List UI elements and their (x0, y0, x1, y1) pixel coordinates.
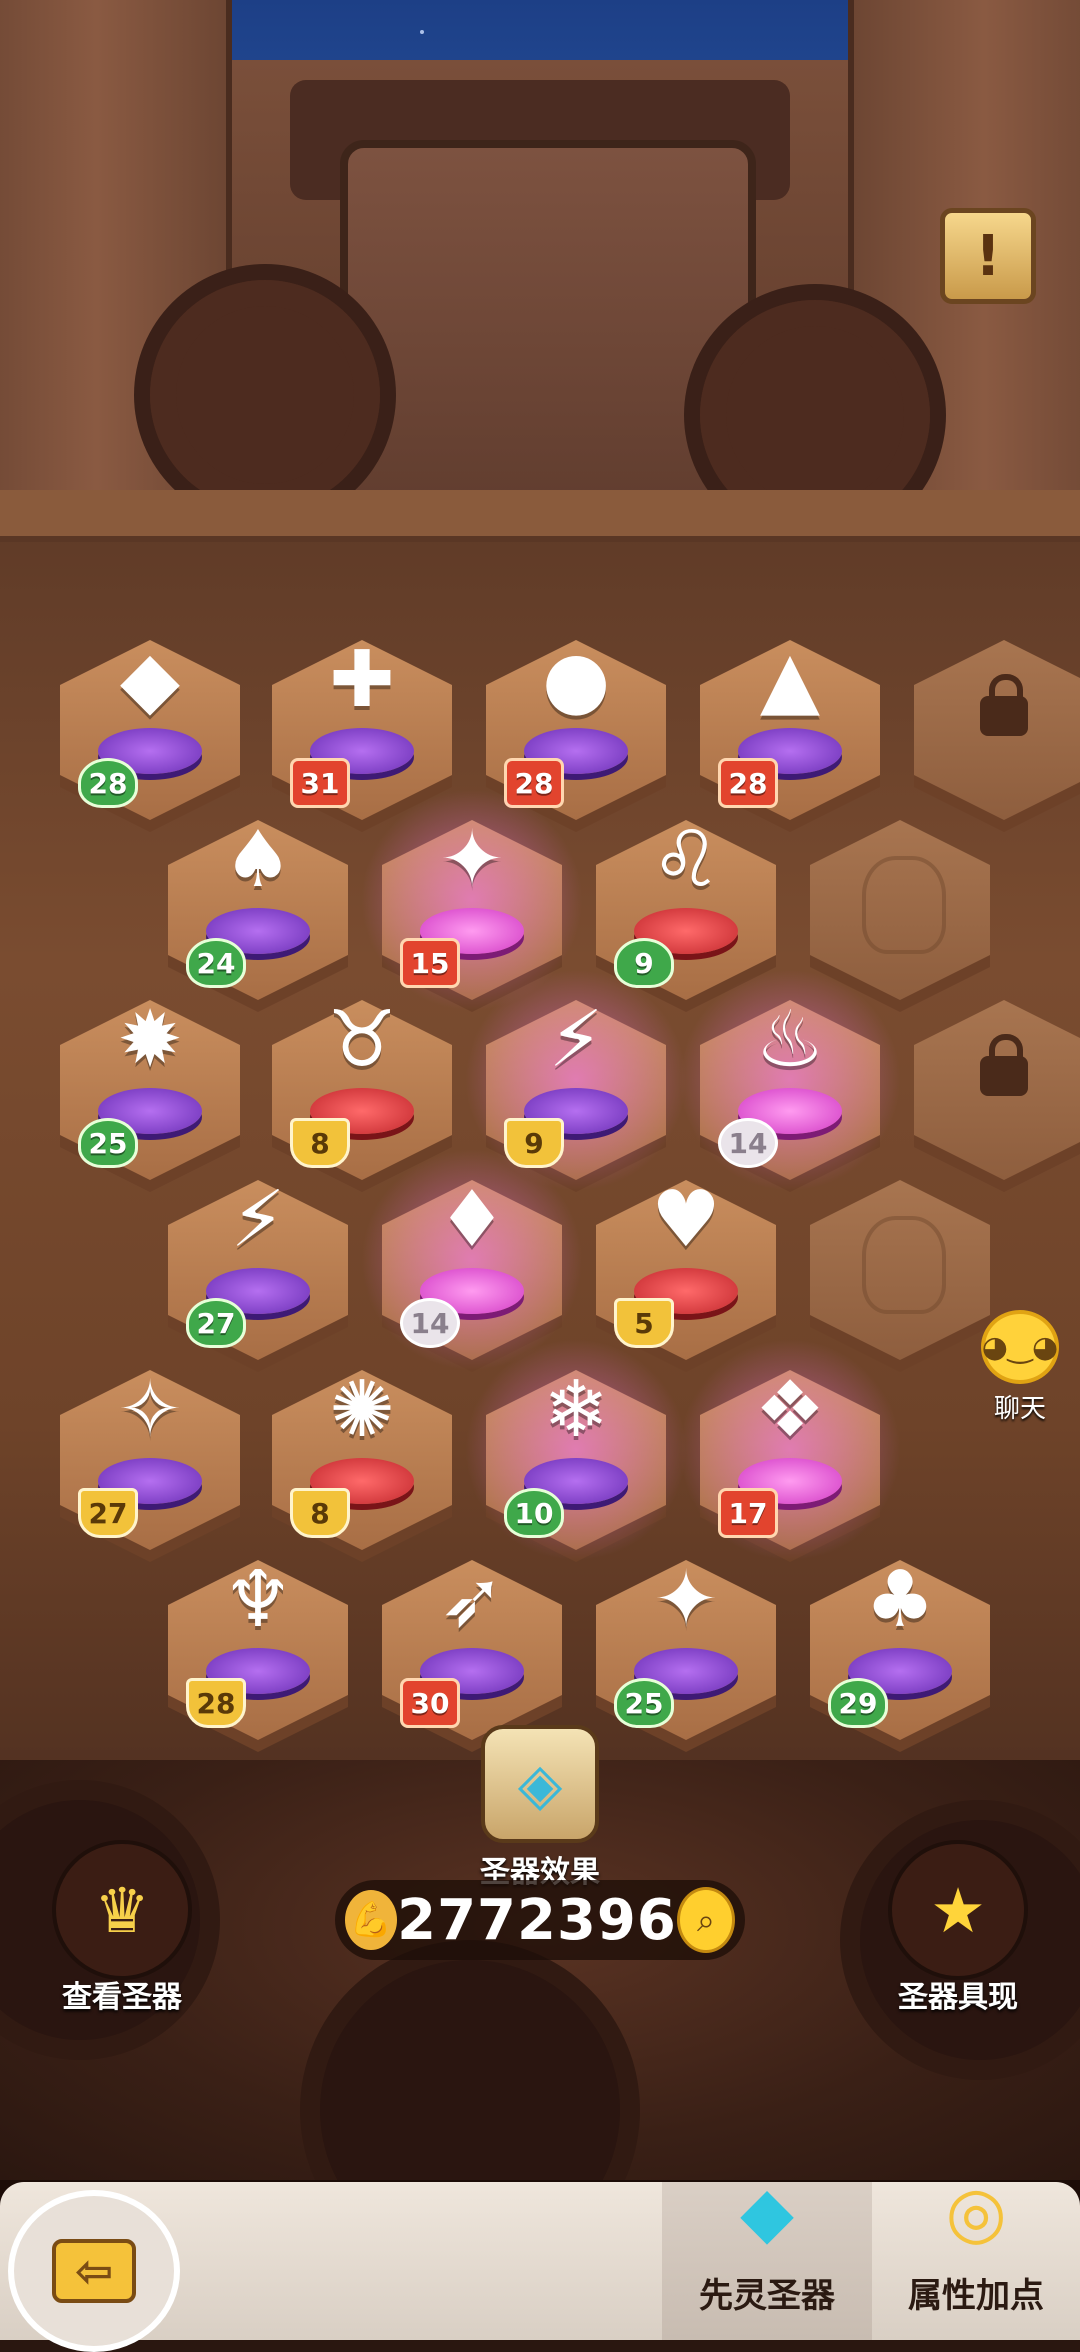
artifact-effect-button[interactable]: ◈ 圣器效果 (450, 1725, 630, 1890)
spiked-shell-icon: ✺ (329, 1365, 395, 1455)
star-totem-icon: ★ (888, 1840, 1028, 1980)
lion-idol-icon: ♌ (651, 815, 721, 905)
level-badge: 30 (400, 1678, 460, 1728)
artifact-tile-trident-crown[interactable]: ♆ 28 (168, 1560, 348, 1752)
crystal-hero-icon: ⚡ (548, 995, 604, 1085)
info-scroll-button[interactable]: ! (940, 208, 1036, 304)
tab-label: 先灵圣器 (699, 2276, 835, 2316)
yak-idol-icon: ♉ (327, 995, 397, 1085)
exclamation-icon: ! (975, 223, 1001, 289)
search-icon[interactable]: ⌕ (676, 1887, 735, 1953)
ash-blade-icon: ➶ (439, 1555, 505, 1645)
level-badge: 29 (828, 1678, 888, 1728)
star (420, 30, 424, 34)
sky-gem-sword-icon: ✧ (117, 1365, 183, 1455)
crystal-shard-icon: ❖ (755, 1365, 825, 1455)
storm-shield-icon: ⚡ (230, 1175, 286, 1265)
level-badge: 27 (78, 1488, 138, 1538)
level-badge: 25 (78, 1118, 138, 1168)
tab-label: 属性加点 (908, 2276, 1044, 2316)
artifact-tile-locked-slot-2 (914, 1000, 1080, 1192)
crown-gem-icon: ♛ (52, 1840, 192, 1980)
chat-label: 聊天 (993, 1394, 1046, 1424)
artifact-tile-crimson-claw[interactable]: ♣ 29 (810, 1560, 990, 1752)
back-button[interactable]: ⇦ (8, 2190, 180, 2352)
strength-arm-icon: 💪 (345, 1890, 398, 1950)
ice-vampire-icon: ❄ (543, 1365, 609, 1455)
level-badge: 28 (78, 758, 138, 808)
level-badge: 28 (186, 1678, 246, 1728)
ice-cube-gem-icon: ✦ (653, 1555, 719, 1645)
chat-button[interactable]: ◕‿◕ 聊天 (970, 1310, 1070, 1424)
jade-shrine-icon: ✦ (439, 815, 505, 905)
monkey-idol-icon: ♥ (651, 1175, 721, 1265)
lock-icon (980, 1034, 1028, 1096)
artifact-tile-locked-slot-1 (914, 640, 1080, 832)
lock-icon (980, 674, 1028, 736)
magnifier-gem-icon: ◈ (481, 1725, 599, 1843)
view-artifacts-button[interactable]: ♛ 查看圣器 (22, 1840, 222, 2015)
crimson-claw-icon: ♣ (865, 1555, 935, 1645)
currency-value: 2772396 (397, 1887, 677, 1953)
level-badge: 25 (614, 1678, 674, 1728)
horned-mask-icon: ♠ (223, 815, 293, 905)
chat-bubble-icon: ◕‿◕ (981, 1310, 1059, 1384)
trident-crown-icon: ♆ (223, 1555, 293, 1645)
currency-bar: 💪 2772396 ⌕ (335, 1880, 745, 1960)
gear-decoration (150, 280, 380, 510)
artifact-tile-ice-cube-gem[interactable]: ✦ 25 (596, 1560, 776, 1752)
monkey-silhouette-icon (862, 856, 946, 954)
artifact-tile-ash-blade[interactable]: ➶ 30 (382, 1560, 562, 1752)
spell-tome-icon: ✹ (117, 995, 183, 1085)
bone-totem-icon: ✚ (329, 635, 395, 725)
monkey-silhouette-icon (862, 1216, 946, 1314)
rune-tiki-icon: ♦ (437, 1175, 507, 1265)
tab-attribute-points[interactable]: ◎ 属性加点 (876, 2171, 1076, 2340)
artifact-manifest-button[interactable]: ★ 圣器具现 (858, 1840, 1058, 2015)
orb-ring-icon: ◎ (945, 2171, 1007, 2253)
prism-lantern-icon: ◆ (120, 635, 180, 725)
board-rim (0, 490, 1080, 542)
artifact-manifest-label: 圣器具现 (898, 1980, 1018, 2015)
diamond-artifact-icon: ◆ (740, 2171, 794, 2253)
back-arrow-icon: ⇦ (52, 2239, 136, 2303)
flame-tiki-icon: ♨ (755, 995, 825, 1085)
obsidian-spire-icon: ▲ (760, 635, 820, 725)
orb-statue-icon: ● (541, 635, 611, 725)
view-artifacts-label: 查看圣器 (62, 1980, 182, 2015)
tab-spirit-artifacts[interactable]: ◆ 先灵圣器 (662, 2171, 872, 2340)
